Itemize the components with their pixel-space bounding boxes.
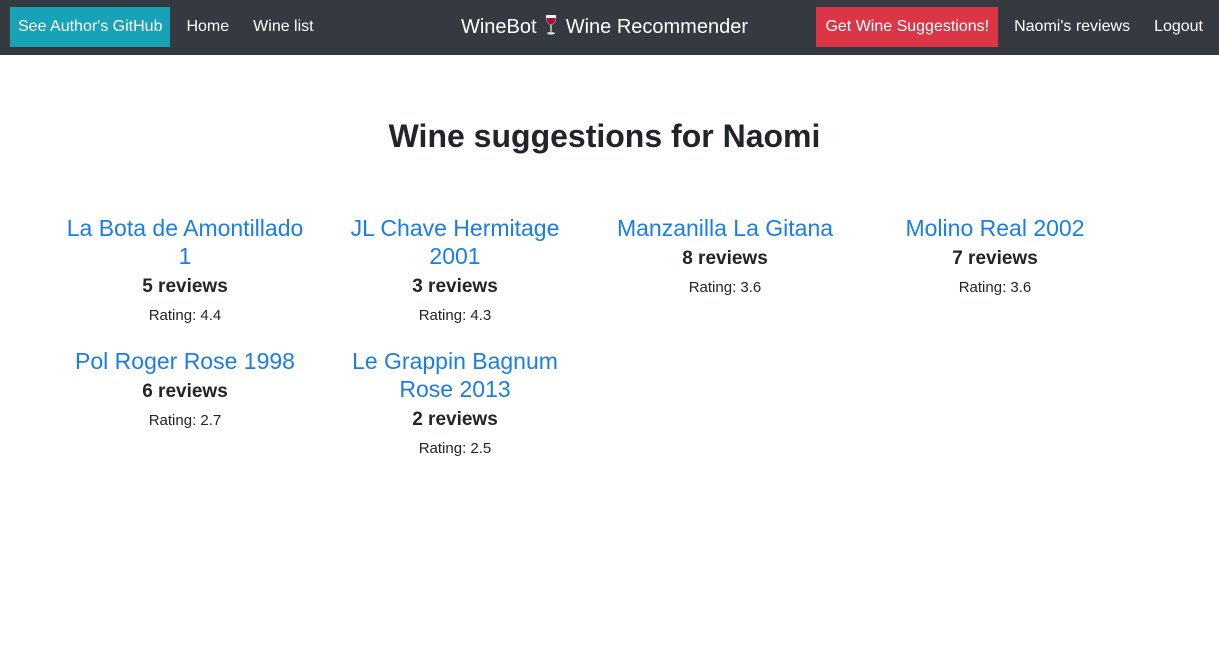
wine-name-link[interactable]: Pol Roger Rose 1998 bbox=[60, 347, 310, 375]
wine-card: La Bota de Amontillado 1 5 reviews Ratin… bbox=[50, 214, 320, 325]
navbar: See Author's GitHub Home Wine list WineB… bbox=[0, 0, 1219, 55]
wine-suggestions-grid: La Bota de Amontillado 1 5 reviews Ratin… bbox=[50, 214, 1130, 458]
page-title: Wine suggestions for Naomi bbox=[388, 118, 821, 154]
wine-name-link[interactable]: JL Chave Hermitage 2001 bbox=[330, 214, 580, 270]
wine-card: Manzanilla La Gitana 8 reviews Rating: 3… bbox=[590, 214, 860, 325]
brand-prefix: WineBot bbox=[460, 16, 537, 38]
wine-review-count: 7 reviews bbox=[952, 248, 1038, 269]
nav-home-link[interactable]: Home bbox=[186, 18, 229, 36]
wine-glass-icon bbox=[546, 15, 557, 35]
wine-card: Pol Roger Rose 1998 6 reviews Rating: 2.… bbox=[50, 347, 320, 458]
wine-name-link[interactable]: Molino Real 2002 bbox=[870, 214, 1120, 242]
nav-my-reviews-link[interactable]: Naomi's reviews bbox=[1014, 18, 1130, 36]
get-wine-suggestions-button[interactable]: Get Wine Suggestions! bbox=[816, 7, 999, 47]
wine-name-link[interactable]: La Bota de Amontillado 1 bbox=[60, 214, 310, 270]
wine-card: JL Chave Hermitage 2001 3 reviews Rating… bbox=[320, 214, 590, 325]
wine-review-count: 5 reviews bbox=[142, 276, 228, 297]
wine-card: Molino Real 2002 7 reviews Rating: 3.6 bbox=[860, 214, 1130, 325]
wine-rating: Rating: 3.6 bbox=[958, 279, 1032, 296]
wine-name-link[interactable]: Le Grappin Bagnum Rose 2013 bbox=[330, 347, 580, 403]
wine-rating: Rating: 4.4 bbox=[148, 307, 222, 324]
brand-link[interactable]: WineBot Wine Recommender bbox=[460, 15, 748, 38]
nav-wine-list-link[interactable]: Wine list bbox=[253, 18, 313, 36]
nav-left-group: See Author's GitHub Home Wine list bbox=[10, 7, 314, 47]
wine-review-count: 8 reviews bbox=[682, 248, 768, 269]
wine-rating: Rating: 2.7 bbox=[148, 412, 222, 429]
nav-logout-link[interactable]: Logout bbox=[1154, 18, 1203, 36]
wine-card: Le Grappin Bagnum Rose 2013 2 reviews Ra… bbox=[320, 347, 590, 458]
wine-rating: Rating: 4.3 bbox=[418, 307, 492, 324]
nav-right-group: Get Wine Suggestions! Naomi's reviews Lo… bbox=[816, 7, 1203, 47]
brand-suffix: Wine Recommender bbox=[565, 16, 748, 38]
wine-rating: Rating: 3.6 bbox=[688, 279, 762, 296]
wine-rating: Rating: 2.5 bbox=[418, 440, 492, 457]
wine-review-count: 6 reviews bbox=[142, 381, 228, 402]
wine-name-link[interactable]: Manzanilla La Gitana bbox=[600, 214, 850, 242]
wine-review-count: 2 reviews bbox=[412, 409, 498, 430]
authors-github-button[interactable]: See Author's GitHub bbox=[10, 7, 171, 47]
wine-review-count: 3 reviews bbox=[412, 276, 498, 297]
